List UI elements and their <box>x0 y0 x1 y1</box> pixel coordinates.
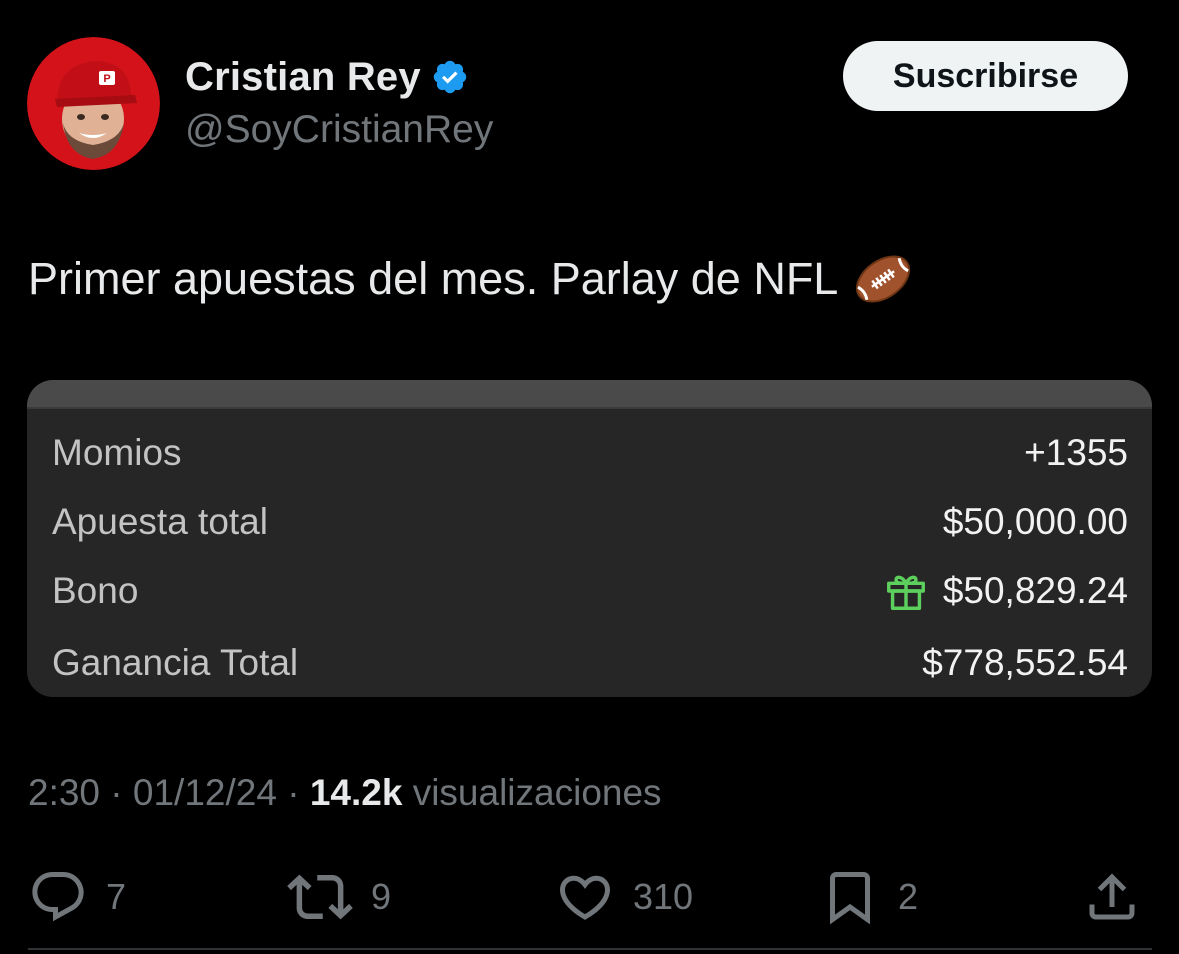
bet-slip-top-bar <box>27 380 1152 409</box>
repost-icon <box>287 874 353 920</box>
bookmark-count: 2 <box>898 876 919 917</box>
bet-slip-image[interactable]: Momios +1355 Apuesta total $50,000.00 Bo… <box>27 380 1152 697</box>
bet-row-odds: Momios +1355 <box>52 428 1128 478</box>
author-name-row[interactable]: Cristian Rey <box>185 52 469 102</box>
like-button[interactable]: 310 <box>555 866 693 928</box>
tweet-meta: 2:30 · 01/12/24 · 14.2k visualizaciones <box>28 772 662 814</box>
tweet-text: Primer apuestas del mes. Parlay de NFL <box>28 248 914 310</box>
reply-count: 7 <box>106 876 127 917</box>
bet-row-total-winnings: Ganancia Total $778,552.54 <box>52 638 1128 688</box>
bet-value: +1355 <box>1024 432 1128 473</box>
meta-separator: · <box>110 772 123 813</box>
bookmark-button[interactable]: 2 <box>820 866 918 928</box>
share-icon <box>1089 873 1135 920</box>
gift-icon <box>886 575 925 610</box>
reply-button[interactable]: 7 <box>28 866 126 928</box>
bonus-amount: $50,829.24 <box>942 570 1128 611</box>
tweet-date[interactable]: 01/12/24 <box>133 772 277 813</box>
bet-label: Ganancia Total <box>52 642 299 683</box>
repost-count: 9 <box>371 876 392 917</box>
subscribe-button[interactable]: Suscribirse <box>843 41 1128 111</box>
avatar[interactable]: P <box>27 37 160 170</box>
share-button[interactable] <box>1082 866 1142 928</box>
bet-label: Apuesta total <box>52 501 268 542</box>
bet-label: Bono <box>52 570 139 611</box>
heart-icon <box>559 875 611 920</box>
tweet-time[interactable]: 2:30 <box>28 772 100 813</box>
bet-label: Momios <box>52 432 182 473</box>
bookmark-icon <box>830 872 870 925</box>
svg-text:P: P <box>103 73 110 85</box>
views-label: visualizaciones <box>412 772 662 813</box>
bet-row-bonus: Bono $50,829.24 <box>52 566 1128 616</box>
american-football-icon <box>856 255 911 303</box>
verified-badge-icon <box>433 60 467 94</box>
user-handle[interactable]: @SoyCristianRey <box>185 108 493 152</box>
display-name[interactable]: Cristian Rey <box>185 55 421 100</box>
tweet-text-content: Primer apuestas del mes. Parlay de NFL <box>28 253 839 304</box>
bet-value: $50,000.00 <box>942 501 1128 542</box>
meta-separator: · <box>287 772 300 813</box>
bet-value-with-icon: $50,829.24 <box>883 568 1128 614</box>
repost-button[interactable]: 9 <box>287 866 391 928</box>
like-count: 310 <box>633 876 694 917</box>
bottom-divider <box>28 948 1152 950</box>
views-count[interactable]: 14.2k <box>310 772 403 813</box>
bet-value: $778,552.54 <box>922 642 1128 683</box>
bet-row-total-stake: Apuesta total $50,000.00 <box>52 497 1128 547</box>
reply-icon <box>32 872 84 922</box>
